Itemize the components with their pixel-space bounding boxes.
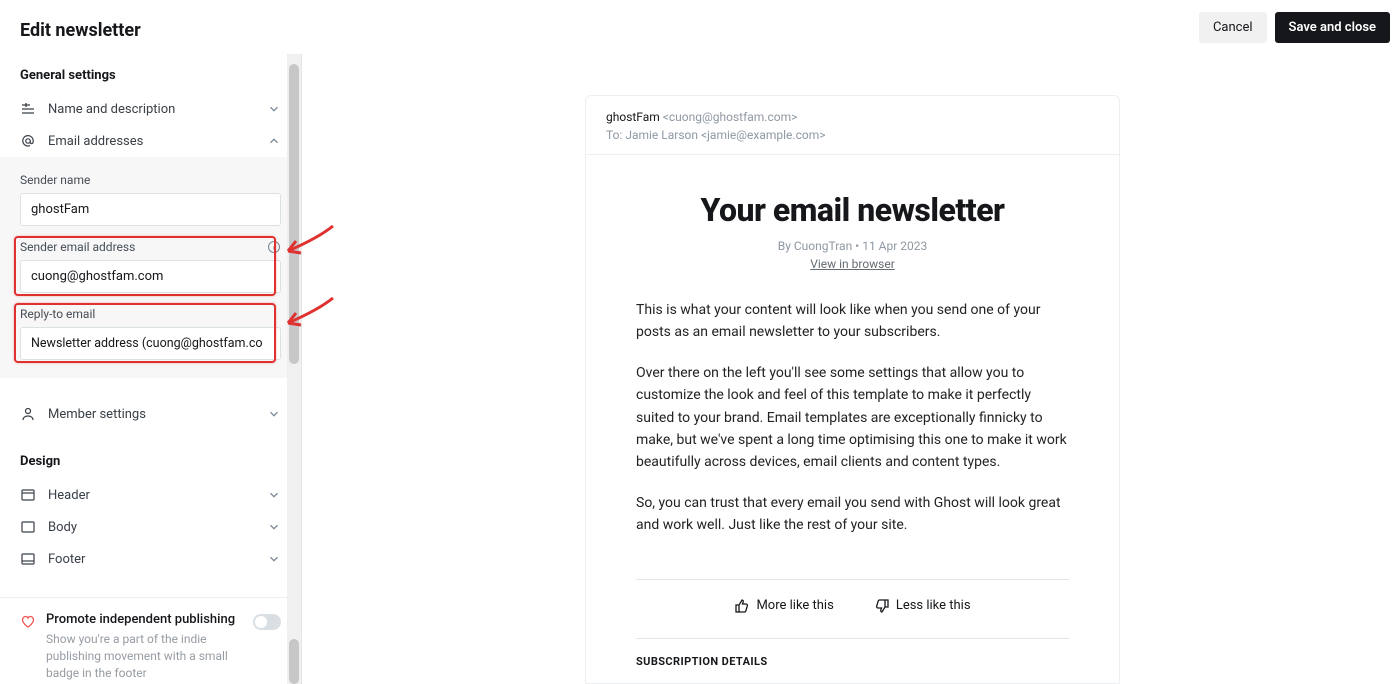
view-in-browser-link[interactable]: View in browser [636, 257, 1069, 271]
preview-from-name: ghostFam [606, 110, 660, 124]
preview-to-label: To: [606, 128, 622, 142]
row-label: Email addresses [48, 134, 143, 149]
user-icon [20, 406, 36, 422]
page-title: Edit newsletter [20, 20, 141, 41]
row-label: Header [48, 488, 90, 503]
scrollbar-thumb[interactable] [289, 64, 299, 364]
promote-toggle[interactable] [253, 614, 281, 630]
more-like-this-button[interactable]: More like this [734, 598, 833, 614]
row-label: Body [48, 520, 77, 535]
row-label: Member settings [48, 407, 146, 422]
preview-from-email: <cuong@ghostfam.com> [663, 110, 798, 124]
sender-email-input[interactable] [20, 260, 281, 293]
layout-footer-icon [20, 551, 36, 567]
heart-icon [20, 614, 36, 630]
at-sign-icon [20, 133, 36, 149]
sender-name-label: Sender name [20, 173, 281, 187]
row-header[interactable]: Header [0, 479, 301, 511]
sidebar: General settings Name and description Em… [0, 54, 302, 684]
layout-body-icon [20, 519, 36, 535]
reply-to-label: Reply-to email [20, 307, 281, 321]
section-design: Design [0, 440, 301, 479]
email-addresses-panel: Sender name Sender email address Reply-t… [0, 157, 301, 378]
less-like-this-button[interactable]: Less like this [874, 598, 971, 614]
sender-email-label: Sender email address [20, 240, 135, 254]
row-label: Footer [48, 552, 85, 567]
preview-header: ghostFam <cuong@ghostfam.com> To: Jamie … [586, 96, 1119, 155]
preview-body-text: This is what your content will look like… [636, 299, 1069, 537]
promote-section: Promote independent publishing Show you'… [0, 597, 301, 684]
info-icon[interactable] [267, 240, 281, 254]
row-footer[interactable]: Footer [0, 543, 301, 575]
more-like-this-label: More like this [756, 598, 833, 613]
save-and-close-button[interactable]: Save and close [1275, 12, 1390, 43]
chevron-down-icon [267, 407, 281, 421]
row-email-addresses[interactable]: Email addresses [0, 125, 301, 157]
thumbs-up-icon [734, 598, 750, 614]
row-name-description[interactable]: Name and description [0, 93, 301, 125]
preview-to-value: Jamie Larson <jamie@example.com> [625, 128, 825, 142]
scrollbar[interactable] [287, 54, 301, 684]
subscription-details-header: SUBSCRIPTION DETAILS [586, 639, 1119, 668]
chevron-up-icon [267, 134, 281, 148]
chevron-down-icon [267, 552, 281, 566]
thumbs-down-icon [874, 598, 890, 614]
chevron-down-icon [267, 102, 281, 116]
preview-title: Your email newsletter [636, 191, 1069, 229]
promote-description: Show you're a part of the indie publishi… [46, 631, 253, 681]
text-lines-icon [20, 101, 36, 117]
less-like-this-label: Less like this [896, 598, 971, 613]
row-member-settings[interactable]: Member settings [0, 398, 301, 430]
promote-title: Promote independent publishing [46, 612, 253, 627]
reply-to-select[interactable]: Newsletter address (cuong@ghostfam.co [20, 327, 281, 360]
cancel-button[interactable]: Cancel [1199, 12, 1267, 43]
preview-meta: By CuongTran • 11 Apr 2023 [636, 239, 1069, 253]
scrollbar-thumb[interactable] [289, 639, 299, 684]
row-body[interactable]: Body [0, 511, 301, 543]
feedback-row: More like this Less like this [586, 580, 1119, 634]
sender-name-input[interactable] [20, 193, 281, 226]
row-label: Name and description [48, 102, 175, 117]
chevron-down-icon [267, 520, 281, 534]
newsletter-preview: ghostFam <cuong@ghostfam.com> To: Jamie … [585, 95, 1120, 684]
chevron-down-icon [267, 488, 281, 502]
section-general-settings: General settings [0, 54, 301, 93]
layout-header-icon [20, 487, 36, 503]
